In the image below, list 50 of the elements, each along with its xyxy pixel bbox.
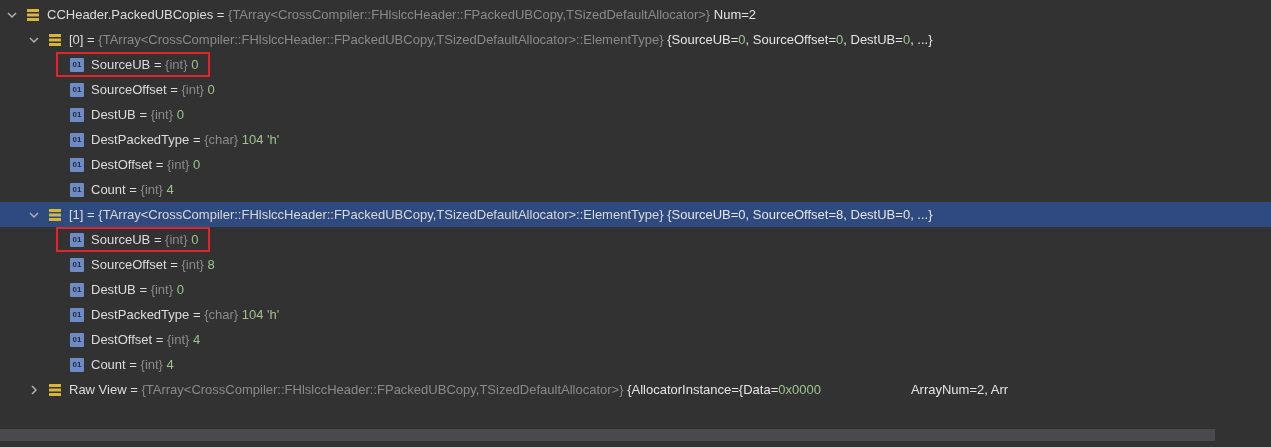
variable-text: DestPackedType = {char} 104 'h'	[91, 132, 280, 147]
int-badge: 01	[70, 282, 84, 297]
int-badge: 01	[70, 132, 84, 147]
int-badge: 01	[70, 332, 84, 347]
tree-row[interactable]: 01 DestPackedType = {char} 104 'h'	[0, 127, 1271, 152]
int-badge: 01	[70, 257, 84, 272]
int-badge: 01	[70, 57, 84, 72]
variable-text: Count = {int} 4	[91, 182, 174, 197]
variable-text: DestUB = {int} 0	[91, 282, 184, 297]
int-badge: 01	[70, 107, 84, 122]
tree-row[interactable]: 01 SourceOffset = {int} 0	[0, 77, 1271, 102]
variable-text: DestUB = {int} 0	[91, 107, 184, 122]
variable-text: DestPackedType = {char} 104 'h'	[91, 307, 280, 322]
tree-row[interactable]: 01 DestUB = {int} 0	[0, 277, 1271, 302]
variable-text: CCHeader.PackedUBCopies = {TArray<CrossCompiler::FHlslccHeader::FPackedUBCopy,TSizedDefaultAllocator>} Num=2	[47, 7, 757, 22]
tree-row[interactable]: 01 Count = {int} 4	[0, 177, 1271, 202]
tree-row[interactable]: CCHeader.PackedUBCopies = {TArray<CrossCompiler::FHlslccHeader::FPackedUBCopy,TSizedDefaultAllocator>} Num=2	[0, 2, 1271, 27]
tree-row[interactable]: [0] = {TArray<CrossCompiler::FHlslccHeader::FPackedUBCopy,TSizedDefaultAllocator>::ElementType} {SourceUB=0, SourceOffset=0, DestUB=0, ...}	[0, 27, 1271, 52]
tree-row[interactable]: 01 SourceUB = {int} 0	[0, 227, 1271, 252]
variable-text: SourceUB = {int} 0	[91, 232, 199, 247]
variable-text: SourceUB = {int} 0	[91, 57, 199, 72]
tree-row[interactable]: Raw View = {TArray<CrossCompiler::FHlslccHeader::FPackedUBCopy,TSizedDefaultAllocator>} {AllocatorInstance={Data=0x0000 ArrayNum=2, Arr	[0, 377, 1271, 402]
variable-text: DestOffset = {int} 0	[91, 157, 201, 172]
int-badge: 01	[70, 307, 84, 322]
variable-text: DestOffset = {int} 4	[91, 332, 201, 347]
tree-row[interactable]: 01 DestOffset = {int} 0	[0, 152, 1271, 177]
int-badge: 01	[70, 232, 84, 247]
tree-row[interactable]: 01 DestPackedType = {char} 104 'h'	[0, 302, 1271, 327]
variable-text: Count = {int} 4	[91, 357, 174, 372]
array-icon	[26, 7, 40, 22]
scrollbar-thumb[interactable]	[0, 429, 1215, 441]
variable-text: SourceOffset = {int} 8	[91, 257, 215, 272]
variable-text: [0] = {TArray<CrossCompiler::FHlslccHeader::FPackedUBCopy,TSizedDefaultAllocator>::ElementType} {SourceUB=0, SourceOffset=0, DestUB=0, ...}	[69, 32, 933, 47]
array-icon	[48, 32, 62, 47]
tree-row[interactable]: 01 SourceOffset = {int} 8	[0, 252, 1271, 277]
variable-text: SourceOffset = {int} 0	[91, 82, 215, 97]
int-badge: 01	[70, 82, 84, 97]
tree-row[interactable]: 01 DestOffset = {int} 4	[0, 327, 1271, 352]
tree-row[interactable]: 01 DestUB = {int} 0	[0, 102, 1271, 127]
variable-text: [1] = {TArray<CrossCompiler::FHlslccHeader::FPackedUBCopy,TSizedDefaultAllocator>::ElementType} {SourceUB=0, SourceOffset=8, DestUB=0, ...}	[69, 207, 933, 222]
tree-row[interactable]: 01 Count = {int} 4	[0, 352, 1271, 377]
int-badge: 01	[70, 157, 84, 172]
int-badge: 01	[70, 182, 84, 197]
chevron-right-icon[interactable]	[28, 383, 40, 396]
array-icon	[48, 382, 62, 397]
array-icon	[48, 207, 62, 222]
variable-text: Raw View = {TArray<CrossCompiler::FHlslccHeader::FPackedUBCopy,TSizedDefaultAllocator>} {AllocatorInstance={Data=0x0000 ArrayNum=2, Arr	[69, 382, 1009, 397]
int-badge: 01	[70, 357, 84, 372]
tree-row[interactable]: [1] = {TArray<CrossCompiler::FHlslccHeader::FPackedUBCopy,TSizedDefaultAllocator>::ElementType} {SourceUB=0, SourceOffset=8, DestUB=0, ...}	[0, 202, 1271, 227]
tree-row[interactable]: 01 SourceUB = {int} 0	[0, 52, 1271, 77]
